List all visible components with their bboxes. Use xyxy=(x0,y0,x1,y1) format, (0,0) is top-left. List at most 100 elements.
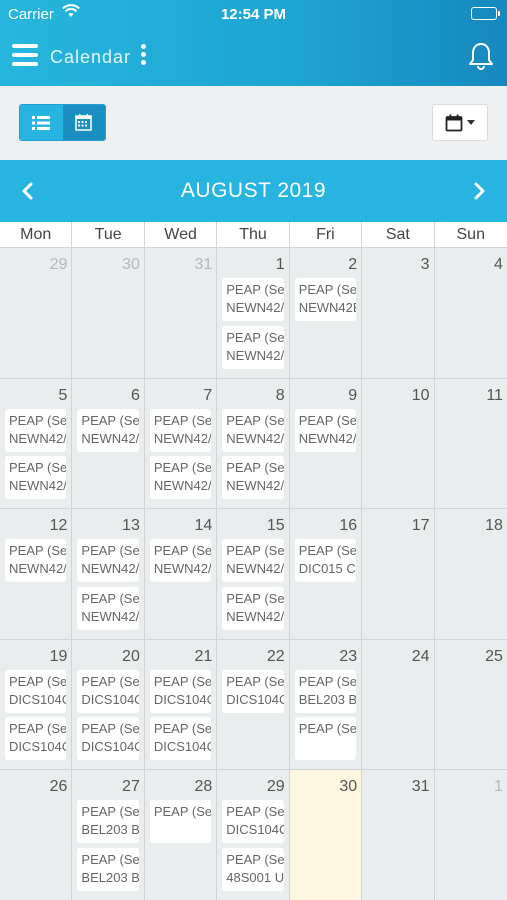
calendar-week: 26 27 PEAP (Se| BEL203 B PEAP (Se| BEL203 B 28… xyxy=(0,769,507,900)
day-cell[interactable]: 17 xyxy=(362,509,435,639)
day-cell[interactable]: 31 xyxy=(362,770,435,900)
event-list: PEAP (Se| NEWN42E xyxy=(294,278,357,326)
day-cell[interactable]: 27 PEAP (Se| BEL203 B PEAP (Se| BEL203 B xyxy=(72,770,145,900)
day-cell[interactable]: 26 xyxy=(0,770,73,900)
month-label: AUGUST 2019 xyxy=(180,179,327,202)
day-cell[interactable]: 14 PEAP (Se| NEWN42/ xyxy=(144,509,218,639)
day-number: 12 xyxy=(49,517,68,534)
calendar-week: 29 30 31 1 PEAP (Se| NEWN42/PEAP (Se| NEWN42/2… xyxy=(0,247,507,378)
next-month-button[interactable] xyxy=(467,178,491,204)
day-cell[interactable]: 30 xyxy=(289,770,363,900)
event-chip[interactable]: PEAP (Se| BEL203 B xyxy=(77,800,139,843)
day-cell[interactable]: 8 PEAP (Se| NEWN42/PEAP (Se| NEWN42/ xyxy=(217,378,290,508)
bell-icon[interactable] xyxy=(468,42,494,75)
event-chip[interactable]: PEAP (Se| NEWN42/ xyxy=(222,408,284,452)
day-cell[interactable]: 15 PEAP (Se| NEWN42/PEAP (Se| NEWN42/ xyxy=(217,509,290,639)
day-number: 7 xyxy=(203,386,213,404)
calendar-view-button[interactable] xyxy=(62,105,105,140)
day-number: 11 xyxy=(486,386,503,404)
chevron-down-icon xyxy=(467,120,475,125)
day-cell[interactable]: 29 xyxy=(0,248,73,378)
menu-icon[interactable] xyxy=(12,44,38,66)
calendar-icon xyxy=(445,114,463,131)
date-picker-button[interactable] xyxy=(432,104,488,141)
day-cell[interactable]: 12 PEAP (Se| NEWN42/ xyxy=(0,509,73,639)
weekday-label: Wed xyxy=(145,222,218,247)
event-title: PEAP (Se| xyxy=(81,543,139,558)
event-chip[interactable]: PEAP (Se| NEWN42/ xyxy=(222,539,284,582)
event-title: PEAP (Se| xyxy=(226,673,284,689)
event-list: PEAP (Se| xyxy=(149,800,212,848)
event-chip[interactable]: PEAP (Se| DICS104C xyxy=(5,717,67,760)
event-chip[interactable]: PEAP (Se| BEL203 B xyxy=(77,847,139,891)
event-chip[interactable]: PEAP (Se| DICS104C xyxy=(77,669,139,713)
more-icon[interactable] xyxy=(139,44,147,66)
event-chip[interactable]: PEAP (Se| NEWN42/ xyxy=(149,456,212,499)
event-chip[interactable]: PEAP (Se| NEWN42/ xyxy=(294,408,357,452)
day-cell[interactable]: 19 PEAP (Se| DICS104C PEAP (Se| DICS104C xyxy=(0,639,73,769)
list-view-button[interactable] xyxy=(20,105,63,140)
event-location: NEWN42/ xyxy=(226,347,284,363)
event-chip[interactable]: PEAP (Se| NEWN42/ xyxy=(149,408,212,452)
event-title: PEAP (Se| xyxy=(226,851,284,867)
event-chip[interactable]: PEAP (Se| NEWN42/ xyxy=(5,456,67,499)
day-cell[interactable]: 9 PEAP (Se| NEWN42/ xyxy=(289,378,363,508)
event-chip[interactable]: PEAP (Se| xyxy=(294,717,357,760)
event-chip[interactable]: PEAP (Se| DICS104C xyxy=(77,717,139,760)
event-chip[interactable]: PEAP (Se| NEWN42/ xyxy=(149,539,212,582)
weekday-label: Mon xyxy=(0,222,73,247)
day-cell[interactable]: 7 PEAP (Se| NEWN42/PEAP (Se| NEWN42/ xyxy=(144,378,218,508)
event-chip[interactable]: PEAP (Se| NEWN42/ xyxy=(222,325,284,369)
day-cell[interactable]: 1 xyxy=(434,770,507,900)
event-chip[interactable]: PEAP (Se| 48S001 U xyxy=(222,847,284,891)
event-chip[interactable]: PEAP (Se| DICS104C xyxy=(222,800,284,843)
event-chip[interactable]: PEAP (Se| DICS104C xyxy=(222,669,284,713)
event-chip[interactable]: PEAP (Se| NEWN42/ xyxy=(77,408,139,452)
event-chip[interactable]: PEAP (Se| BEL203 B xyxy=(294,669,357,713)
event-chip[interactable]: PEAP (Se| DICS104C xyxy=(149,669,212,713)
day-number: 13 xyxy=(122,517,140,534)
event-chip[interactable]: PEAP (Se| xyxy=(149,800,212,843)
event-location: DICS104C xyxy=(153,739,212,754)
day-cell[interactable]: 29 PEAP (Se| DICS104C PEAP (Se| 48S001 U xyxy=(217,770,290,900)
event-title: PEAP (Se| xyxy=(298,673,357,689)
event-title: PEAP (Se| xyxy=(81,590,139,606)
event-location: DICS104C xyxy=(81,691,139,707)
day-cell[interactable]: 22 PEAP (Se| DICS104C xyxy=(217,639,290,769)
day-cell[interactable]: 2 PEAP (Se| NEWN42E xyxy=(289,248,363,378)
event-chip[interactable]: PEAP (Se| DIC015 C xyxy=(294,539,357,582)
day-cell[interactable]: 18 xyxy=(434,509,507,639)
event-chip[interactable]: PEAP (Se| NEWN42/ xyxy=(222,456,284,499)
event-location: NEWN42/ xyxy=(226,608,284,624)
day-cell[interactable]: 6 PEAP (Se| NEWN42/ xyxy=(72,378,145,508)
event-location: NEWN42/ xyxy=(226,430,284,446)
day-cell[interactable]: 3 xyxy=(362,248,435,378)
event-chip[interactable]: PEAP (Se| NEWN42/ xyxy=(77,539,139,582)
event-chip[interactable]: PEAP (Se| NEWN42/ xyxy=(222,278,284,321)
event-chip[interactable]: PEAP (Se| NEWN42/ xyxy=(222,586,284,630)
day-cell[interactable]: 10 xyxy=(362,378,435,508)
day-cell[interactable]: 1 PEAP (Se| NEWN42/PEAP (Se| NEWN42/ xyxy=(217,248,290,378)
day-cell[interactable]: 13 PEAP (Se| NEWN42/PEAP (Se| NEWN42/ xyxy=(72,509,145,639)
day-cell[interactable]: 24 xyxy=(362,639,435,769)
day-number: 3 xyxy=(420,256,430,273)
event-chip[interactable]: PEAP (Se| DICS104C xyxy=(149,717,212,760)
day-cell[interactable]: 28 PEAP (Se| xyxy=(144,770,218,900)
day-cell[interactable]: 16 PEAP (Se| DIC015 C xyxy=(289,509,363,639)
day-cell[interactable]: 25 xyxy=(434,639,507,769)
battery-icon xyxy=(471,7,500,20)
day-cell[interactable]: 30 xyxy=(72,248,145,378)
event-chip[interactable]: PEAP (Se| NEWN42/ xyxy=(77,586,139,630)
day-cell[interactable]: 5 PEAP (Se| NEWN42/PEAP (Se| NEWN42/ xyxy=(0,378,73,508)
event-location: NEWN42/ xyxy=(81,608,139,624)
day-cell[interactable]: 31 xyxy=(144,248,218,378)
event-chip[interactable]: PEAP (Se| NEWN42/ xyxy=(5,539,67,582)
day-cell[interactable]: 23 PEAP (Se| BEL203 B PEAP (Se| xyxy=(289,639,363,769)
event-chip[interactable]: PEAP (Se| NEWN42/ xyxy=(5,408,67,452)
event-chip[interactable]: PEAP (Se| DICS104C xyxy=(5,669,67,713)
day-cell[interactable]: 11 xyxy=(434,378,507,508)
event-chip[interactable]: PEAP (Se| NEWN42E xyxy=(294,278,357,321)
day-cell[interactable]: 21 PEAP (Se| DICS104C PEAP (Se| DICS104C xyxy=(144,639,218,769)
day-cell[interactable]: 4 xyxy=(434,248,507,378)
day-cell[interactable]: 20 PEAP (Se| DICS104C PEAP (Se| DICS104C xyxy=(72,639,145,769)
